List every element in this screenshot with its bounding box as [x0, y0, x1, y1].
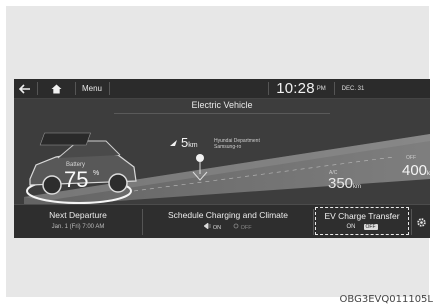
ev-charge-transfer-button[interactable]: EV Charge Transfer ON OFF [315, 207, 409, 235]
ev-transfer-toggle: ON OFF [316, 224, 408, 230]
range-off-value: 400 [402, 162, 428, 179]
range-off-unit: km [427, 171, 430, 177]
poi-name: Hyundai Department Samsung-ro [214, 138, 284, 150]
schedule-off-label: OFF [240, 225, 252, 231]
schedule-on-label: ON [212, 225, 222, 231]
settings-button[interactable] [412, 205, 430, 238]
next-departure-title: Next Departure [49, 210, 107, 220]
arrow-marker-icon [170, 140, 177, 146]
next-departure-button[interactable]: Next Departure Jan. 1 (Fri) 7:00 AM [14, 205, 142, 238]
gear-icon [416, 217, 426, 227]
battery-unit: % [93, 170, 100, 177]
ev-transfer-off-label: OFF [363, 224, 378, 230]
range-ac-value: 350 [328, 175, 354, 192]
ev-transfer-on-label: ON [346, 224, 356, 230]
figure-code: OBG3EVQ011105L [339, 294, 433, 305]
poi-distance-unit: km [188, 142, 198, 149]
range-off: 400km [402, 162, 430, 179]
schedule-charge-status: ON [203, 222, 222, 231]
battery-value: 75 [64, 167, 89, 192]
poi-name-line2: Samsung-ro [214, 144, 242, 150]
next-departure-sub: Jan. 1 (Fri) 7:00 AM [51, 224, 105, 230]
ev-screen: Menu 10:28 PM DEC. 31 Electric Vehicle B… [14, 79, 430, 238]
range-ac-unit: km [353, 184, 362, 190]
poi-distance: 5km [181, 135, 198, 150]
plug-icon [203, 222, 212, 230]
climate-icon [233, 223, 239, 229]
schedule-status-row: ON OFF [143, 222, 313, 231]
schedule-charging-button[interactable]: Schedule Charging and Climate ON OFF [143, 205, 313, 238]
destination-pin-icon [192, 154, 208, 181]
schedule-climate-status: OFF [233, 223, 252, 231]
ev-transfer-title: EV Charge Transfer [324, 211, 400, 221]
range-ac: 350km [328, 175, 361, 192]
schedule-title: Schedule Charging and Climate [167, 210, 289, 220]
range-off-tag: OFF [406, 155, 416, 161]
